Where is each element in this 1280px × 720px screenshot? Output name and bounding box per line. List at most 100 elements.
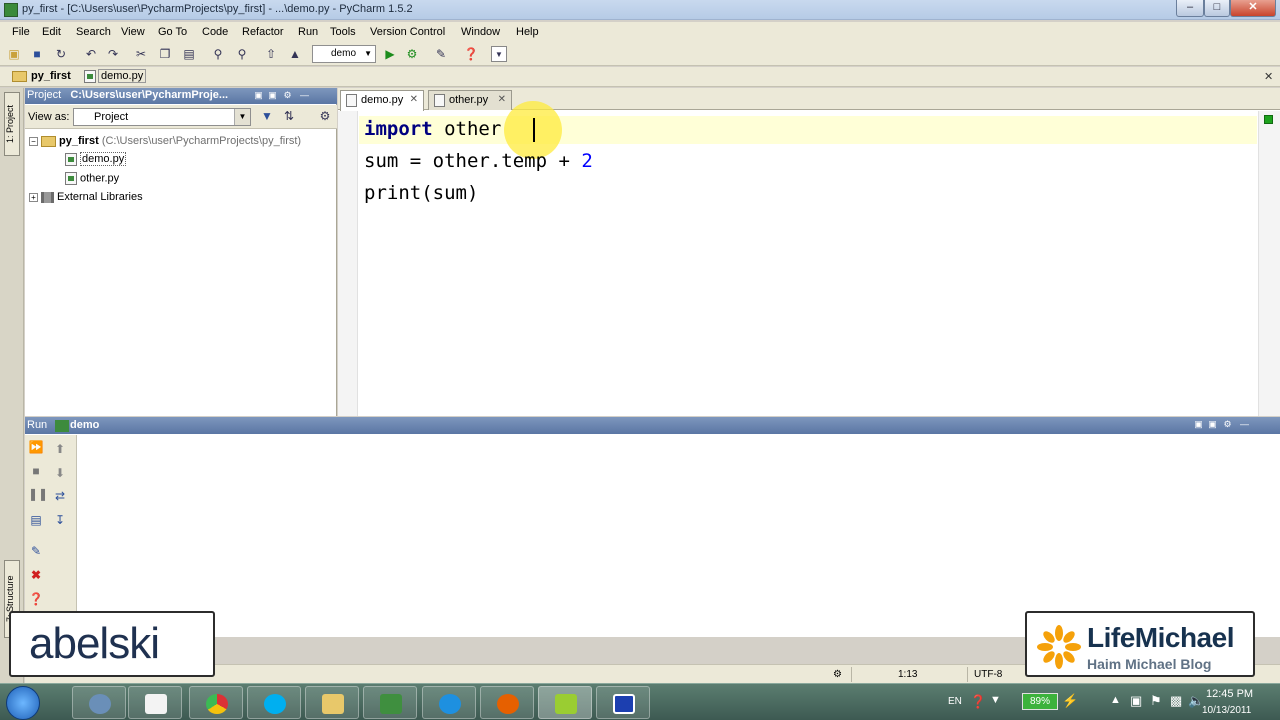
- menu-code[interactable]: Code: [202, 26, 228, 38]
- close-run-icon[interactable]: ✖: [28, 567, 44, 583]
- debug-icon[interactable]: ⚙: [404, 46, 420, 62]
- panel-dock-icon[interactable]: ▣: [1207, 419, 1218, 430]
- close-tab-icon[interactable]: ✕: [498, 91, 506, 109]
- breadcrumb-file[interactable]: demo.py: [98, 69, 147, 83]
- tab-demo-py[interactable]: demo.py ✕: [340, 90, 424, 111]
- redo-icon[interactable]: ↷: [105, 46, 121, 62]
- status-settings-icon[interactable]: ⚙: [827, 667, 849, 682]
- help-icon[interactable]: ❓: [463, 46, 479, 62]
- panel-hide-icon[interactable]: —: [299, 90, 310, 101]
- view-as-select[interactable]: Project ▼: [73, 108, 251, 126]
- task-pdf[interactable]: [128, 686, 182, 719]
- code-line-3[interactable]: print(sum): [364, 182, 478, 204]
- menu-window[interactable]: Window: [461, 26, 500, 38]
- start-button[interactable]: [6, 686, 40, 720]
- expand-node-icon[interactable]: +: [29, 192, 38, 202]
- tree-file-other[interactable]: other.py: [65, 172, 119, 185]
- panel-settings-icon[interactable]: ⚙: [1222, 419, 1233, 430]
- menu-view[interactable]: View: [121, 26, 145, 38]
- open-folder-icon[interactable]: ▣: [6, 46, 22, 62]
- rerun-icon[interactable]: ⏩: [28, 439, 44, 455]
- battery-indicator[interactable]: 89%: [1022, 693, 1058, 710]
- project-settings-icon[interactable]: ⚙: [317, 108, 333, 124]
- sync-icon[interactable]: ↻: [53, 46, 69, 62]
- soft-wrap-icon[interactable]: ⇄: [52, 488, 68, 504]
- dump-threads-icon[interactable]: ▤: [28, 512, 44, 528]
- forward-icon[interactable]: ▲: [287, 46, 303, 62]
- stop-icon[interactable]: ■: [28, 463, 44, 479]
- menu-search[interactable]: Search: [76, 26, 111, 38]
- network-icon[interactable]: ▩: [1170, 693, 1182, 709]
- menu-tools[interactable]: Tools: [330, 26, 356, 38]
- tab-project-tool[interactable]: 1: Project: [4, 92, 20, 156]
- panel-hide-icon[interactable]: —: [1239, 419, 1250, 430]
- task-explorer-clock[interactable]: [72, 686, 126, 719]
- tree-file-demo[interactable]: demo.py: [65, 152, 127, 167]
- tree-root-path: (C:\Users\user\PycharmProjects\py_first): [101, 135, 302, 147]
- task-firefox[interactable]: [480, 686, 534, 719]
- pin-icon[interactable]: ✎: [28, 543, 44, 559]
- cut-icon[interactable]: ✂: [133, 46, 149, 62]
- chevron-down-icon[interactable]: ▼: [990, 694, 1001, 706]
- panel-settings-icon[interactable]: ⚙: [282, 90, 293, 101]
- task-skype[interactable]: [247, 686, 301, 719]
- task-chart-app[interactable]: [363, 686, 417, 719]
- navbar-close-icon[interactable]: ✕: [1264, 70, 1273, 83]
- status-encoding[interactable]: UTF-8: [967, 667, 1027, 682]
- tree-root-py-first[interactable]: − py_first (C:\Users\user\PycharmProjects…: [29, 135, 301, 147]
- flag-icon[interactable]: ⚑: [1150, 693, 1162, 709]
- panel-float-icon[interactable]: ▣: [1193, 419, 1204, 430]
- replace-icon[interactable]: ⚲: [234, 46, 250, 62]
- scroll-from-source-icon[interactable]: ▼: [259, 108, 275, 124]
- menu-edit[interactable]: Edit: [42, 26, 61, 38]
- code-line-1[interactable]: import other: [364, 118, 501, 140]
- panel-dock-icon[interactable]: ▣: [267, 90, 278, 101]
- paste-icon[interactable]: ▤: [181, 46, 197, 62]
- clock-date[interactable]: 10/13/2011: [1202, 705, 1251, 716]
- back-icon[interactable]: ⇧: [263, 46, 279, 62]
- language-indicator[interactable]: EN: [948, 696, 962, 707]
- settings-icon[interactable]: ✎: [433, 46, 449, 62]
- close-tab-icon[interactable]: ✕: [410, 91, 418, 109]
- save-icon[interactable]: ■: [29, 46, 45, 62]
- run-icon[interactable]: ▶: [382, 46, 398, 62]
- maximize-button[interactable]: □: [1204, 0, 1230, 17]
- panel-float-icon[interactable]: ▣: [253, 90, 264, 101]
- scroll-down-icon[interactable]: ⬇: [52, 465, 68, 481]
- menu-goto[interactable]: Go To: [158, 26, 187, 38]
- menu-help[interactable]: Help: [516, 26, 539, 38]
- task-screen-recorder[interactable]: [596, 686, 650, 719]
- close-window-button[interactable]: ✕: [1230, 0, 1276, 17]
- status-position[interactable]: 1:13: [851, 667, 966, 682]
- help-icon[interactable]: ❓: [970, 694, 986, 710]
- code-line-2[interactable]: sum = other.temp + 2: [364, 150, 593, 172]
- task-folder[interactable]: [305, 686, 359, 719]
- copy-icon[interactable]: ❐: [157, 46, 173, 62]
- tab-other-py[interactable]: other.py ✕: [428, 90, 512, 110]
- collapse-all-icon[interactable]: ⇅: [281, 108, 297, 124]
- scroll-up-icon[interactable]: ⬆: [52, 441, 68, 457]
- scroll-to-end-icon[interactable]: ↧: [52, 512, 68, 528]
- show-hidden-icons[interactable]: ▲: [1110, 694, 1121, 706]
- clock-time[interactable]: 12:45 PM: [1206, 688, 1253, 700]
- collapse-node-icon[interactable]: −: [29, 136, 38, 146]
- undo-icon[interactable]: ↶: [83, 46, 99, 62]
- breadcrumb-project[interactable]: py_first: [31, 70, 71, 82]
- device-icon[interactable]: ▣: [1130, 693, 1142, 709]
- minimize-button[interactable]: –: [1176, 0, 1204, 17]
- tree-external-libraries[interactable]: + External Libraries: [29, 191, 143, 203]
- run-config-select[interactable]: demo ▼: [312, 45, 376, 63]
- task-chrome[interactable]: [189, 686, 243, 719]
- pause-icon[interactable]: ❚❚: [28, 486, 48, 502]
- menu-file[interactable]: File: [12, 26, 30, 38]
- menu-refactor[interactable]: Refactor: [242, 26, 284, 38]
- task-ie[interactable]: [422, 686, 476, 719]
- dropdown-icon[interactable]: ▼: [491, 46, 507, 62]
- tab-other-py-label: other.py: [449, 94, 489, 106]
- project-panel-title-path: C:\Users\user\PycharmProje...: [70, 89, 229, 101]
- help-icon[interactable]: ❓: [28, 591, 44, 607]
- menu-version-control[interactable]: Version Control: [370, 26, 445, 38]
- menu-run[interactable]: Run: [298, 26, 318, 38]
- task-pycharm[interactable]: [538, 686, 592, 719]
- find-icon[interactable]: ⚲: [210, 46, 226, 62]
